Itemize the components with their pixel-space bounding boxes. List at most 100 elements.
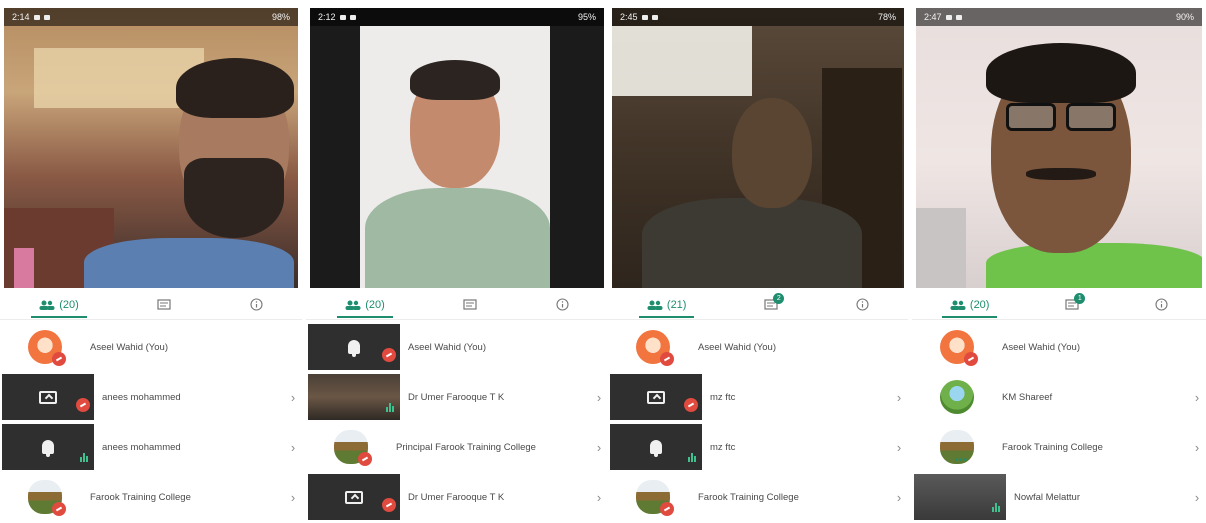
audio-level-icon [80,453,88,462]
list-item[interactable]: ••• Farook Training College › [912,422,1206,472]
present-screen-icon [39,390,57,404]
participant-tile [308,324,400,370]
chevron-right-icon[interactable]: › [590,440,608,455]
meet-screenshot-4: 2:47 90% (20) 1 Aseel Wahid (You) KM Sha… [912,0,1206,523]
bell-icon [650,440,662,457]
list-item[interactable]: Dr Umer Farooque T K › [306,472,608,522]
list-item[interactable]: Farook Training College › [0,472,302,522]
chevron-right-icon[interactable]: › [284,490,302,505]
chevron-right-icon[interactable]: › [284,440,302,455]
people-count: (20) [59,298,79,311]
chevron-right-icon[interactable]: › [890,440,908,455]
participants-tabs: (20) 1 [912,290,1206,320]
list-item[interactable]: Nowfal Melattur › [912,472,1206,522]
mic-off-icon [660,502,674,516]
glasses-left [1006,103,1056,131]
main-video[interactable]: 2:14 98% [4,8,298,288]
tab-people[interactable]: (20) [31,290,87,319]
main-video[interactable]: 2:12 95% [310,8,604,288]
bright-window [612,26,752,96]
bell-icon [348,340,360,357]
participants-tabs: (21) 2 [608,290,908,320]
tab-info[interactable] [548,290,577,319]
status-battery: 95% [577,12,596,22]
participant-name: Aseel Wahid (You) [90,341,168,353]
people-icon [647,300,663,310]
avatar [636,480,674,516]
info-icon [1155,298,1168,311]
tab-people[interactable]: (21) [638,290,695,319]
participant-list: Aseel Wahid (You) anees mohammed › anees… [0,322,302,523]
status-time: 2:47 [924,12,942,22]
main-video[interactable]: 2:47 90% [916,8,1202,288]
participant-name: Dr Umer Farooque T K [408,391,505,403]
avatar: ••• [940,430,974,466]
tab-info[interactable] [1147,290,1176,319]
list-item[interactable]: Farook Training College › [608,472,908,522]
phone-status-bar: 2:45 78% [612,8,904,26]
tab-chat[interactable]: 1 [1057,290,1087,319]
chevron-right-icon[interactable]: › [590,490,608,505]
people-count: (20) [969,298,990,311]
avatar [28,330,66,366]
participants-tabs: (20) [306,290,608,320]
list-item[interactable]: KM Shareef › [912,372,1206,422]
chevron-right-icon[interactable]: › [284,390,302,405]
tab-chat[interactable]: 2 [756,290,786,319]
list-item[interactable]: Dr Umer Farooque T K › [306,372,608,422]
mic-off-icon [684,398,698,412]
list-item[interactable]: anees mohammed › [0,422,302,472]
status-battery: 78% [877,12,896,22]
participant-list: Aseel Wahid (You) KM Shareef › ••• Faroo… [912,322,1206,523]
info-icon [856,298,869,311]
tab-chat[interactable] [149,290,179,319]
list-item[interactable]: mz ftc › [608,422,908,472]
mic-off-icon [382,348,396,362]
tab-people[interactable]: (20) [337,290,393,319]
chevron-right-icon[interactable]: › [1188,490,1206,505]
list-item[interactable]: Aseel Wahid (You) [306,322,608,372]
participant-tile [2,424,94,470]
mic-off-icon [964,352,978,366]
present-screen-icon [345,490,363,504]
tab-info[interactable] [848,290,877,319]
tab-chat[interactable] [455,290,485,319]
participant-name: Dr Umer Farooque T K [408,491,505,503]
chevron-right-icon[interactable]: › [590,390,608,405]
list-item[interactable]: anees mohammed › [0,372,302,422]
status-time: 2:14 [12,12,30,22]
list-item[interactable]: Aseel Wahid (You) [608,322,908,372]
list-item[interactable]: Aseel Wahid (You) [0,322,302,372]
main-video[interactable]: 2:45 78% [612,8,904,288]
participant-name: Nowfal Melattur [1014,491,1080,503]
participant-name: anees mohammed [102,391,181,403]
chevron-right-icon[interactable]: › [1188,440,1206,455]
participant-tile [610,374,702,420]
participants-tabs: (20) [0,290,302,320]
participant-list: Aseel Wahid (You) mz ftc › mz ftc › Faro… [608,322,908,523]
chevron-right-icon[interactable]: › [890,390,908,405]
moustache [1026,168,1096,180]
participant-name: Principal Farook Training College [396,441,536,453]
people-count: (20) [365,298,385,311]
tab-info[interactable] [242,290,271,319]
participant-tile [914,474,1006,520]
status-battery: 98% [271,12,290,22]
avatar [940,330,978,366]
chevron-right-icon[interactable]: › [1188,390,1206,405]
list-item[interactable]: Aseel Wahid (You) [912,322,1206,372]
chevron-right-icon[interactable]: › [890,490,908,505]
participant-tile [308,474,400,520]
status-battery: 90% [1175,12,1194,22]
audio-level-icon [386,403,394,412]
list-item[interactable]: Principal Farook Training College › [306,422,608,472]
avatar [334,430,372,466]
participant-tile [308,374,400,420]
people-count: (21) [666,298,687,311]
phone-status-bar: 2:47 90% [916,8,1202,26]
participant-name: KM Shareef [1002,391,1053,403]
status-time: 2:45 [620,12,638,22]
info-icon [250,298,263,311]
tab-people[interactable]: (20) [941,290,998,319]
list-item[interactable]: mz ftc › [608,372,908,422]
